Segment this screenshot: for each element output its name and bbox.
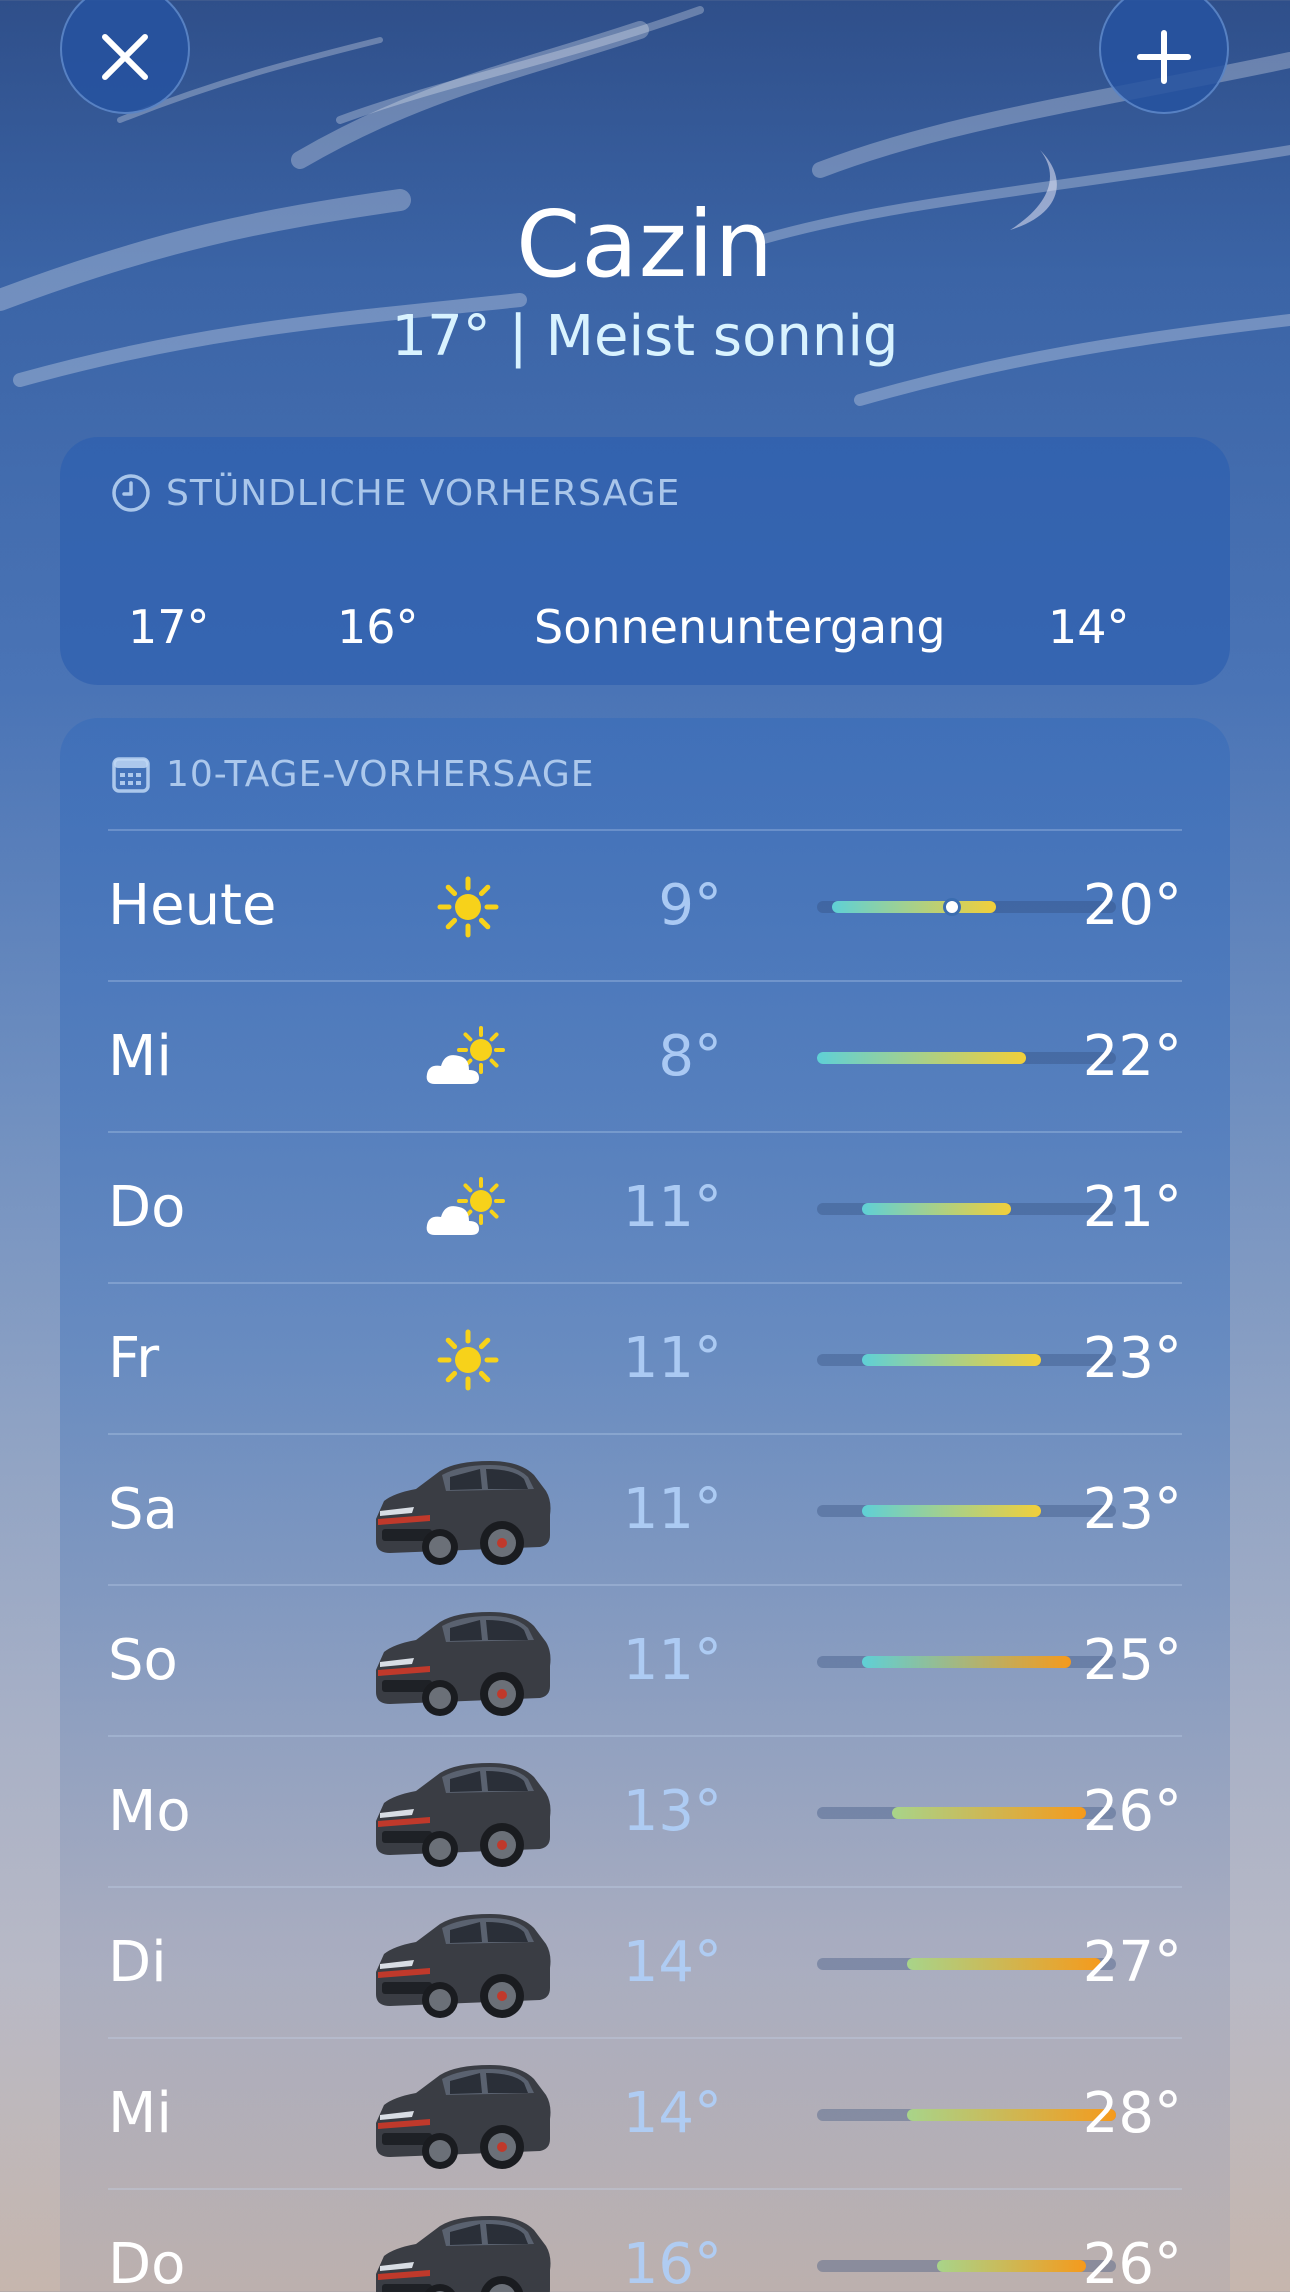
close-button[interactable] xyxy=(60,0,190,114)
day-name: So xyxy=(108,1628,178,1693)
current-temperature: 17° xyxy=(391,304,491,369)
hourly-item-sunset: Sonnenuntergang xyxy=(534,600,946,654)
sun-icon xyxy=(398,859,538,955)
low-temperature: 16° xyxy=(622,2232,722,2292)
hourly-forecast-card[interactable]: STÜNDLICHE VORHERSAGE 17° 16° Sonnenunte… xyxy=(60,437,1230,685)
low-temperature: 11° xyxy=(622,1477,722,1542)
temperature-range-bar xyxy=(817,2109,1116,2121)
temperature-range-bar xyxy=(817,1656,1116,1668)
calendar-icon xyxy=(110,753,152,795)
ten-day-forecast-header: 10-TAGE-VORHERSAGE xyxy=(110,750,595,798)
day-row[interactable]: So 11° 25° xyxy=(108,1584,1182,1735)
temperature-range-bar xyxy=(817,1203,1116,1215)
current-condition: Meist sonnig xyxy=(545,304,899,369)
car-image xyxy=(363,2204,563,2292)
city-name: Cazin xyxy=(516,191,774,298)
low-temperature: 11° xyxy=(622,1326,722,1391)
temperature-range-bar xyxy=(817,1354,1116,1366)
high-temperature: 27° xyxy=(1082,1930,1182,1995)
temperature-range-bar xyxy=(817,1807,1116,1819)
low-temperature: 9° xyxy=(658,873,722,938)
high-temperature: 21° xyxy=(1082,1175,1182,1240)
temperature-range-bar xyxy=(817,1958,1116,1970)
day-name: Do xyxy=(108,1175,186,1240)
temperature-range-bar xyxy=(817,898,1116,916)
high-temperature: 22° xyxy=(1082,1024,1182,1089)
high-temperature: 25° xyxy=(1082,1628,1182,1693)
temperature-range-fill xyxy=(817,1052,1027,1064)
close-icon xyxy=(102,34,148,80)
day-name: Do xyxy=(108,2232,186,2292)
plus-icon xyxy=(1137,30,1191,84)
ten-day-forecast-title: 10-TAGE-VORHERSAGE xyxy=(166,753,595,795)
day-row[interactable]: Fr 11° 23° xyxy=(108,1282,1182,1433)
current-temperature-marker xyxy=(942,898,961,916)
low-temperature: 11° xyxy=(622,1628,722,1693)
high-temperature: 26° xyxy=(1082,2232,1182,2292)
day-name: Di xyxy=(108,1930,167,1995)
hourly-item: 17° xyxy=(128,600,210,654)
day-row[interactable]: Di 14° 27° xyxy=(108,1886,1182,2037)
high-temperature: 26° xyxy=(1082,1779,1182,1844)
hourly-item: 14° xyxy=(1048,600,1130,654)
temperature-range-fill xyxy=(861,1203,1012,1215)
hourly-forecast-title: STÜNDLICHE VORHERSAGE xyxy=(166,472,681,514)
car-image xyxy=(363,1449,563,1573)
day-row[interactable]: Mi 14° 28° xyxy=(108,2037,1182,2188)
car-image xyxy=(363,1600,563,1724)
temperature-range-fill xyxy=(831,901,997,913)
partly-cloudy-icon xyxy=(398,1161,538,1257)
current-conditions: 17° | Meist sonnig xyxy=(0,302,1290,372)
partly-cloudy-icon xyxy=(398,1010,538,1106)
low-temperature: 14° xyxy=(622,2081,722,2146)
ten-day-forecast-card[interactable]: 10-TAGE-VORHERSAGE Heute 9° 20° Mi 8° 22° Do … xyxy=(60,718,1230,2292)
separator: | xyxy=(508,304,528,369)
day-name: Mo xyxy=(108,1779,191,1844)
location-header: Cazin 17° | Meist sonnig xyxy=(0,190,1290,372)
car-image xyxy=(363,1902,563,2026)
low-temperature: 13° xyxy=(622,1779,722,1844)
temperature-range-fill xyxy=(891,1807,1087,1819)
low-temperature: 8° xyxy=(658,1024,722,1089)
add-location-button[interactable] xyxy=(1099,0,1229,114)
day-row[interactable]: Sa 11° 23° xyxy=(108,1433,1182,1584)
day-row[interactable]: Mo 13° 26° xyxy=(108,1735,1182,1886)
day-row[interactable]: Mi 8° 22° xyxy=(108,980,1182,1131)
high-temperature: 28° xyxy=(1082,2081,1182,2146)
temperature-range-bar xyxy=(817,1505,1116,1517)
temperature-range-fill xyxy=(906,1958,1102,1970)
low-temperature: 14° xyxy=(622,1930,722,1995)
hourly-item: 16° xyxy=(337,600,419,654)
temperature-range-fill xyxy=(861,1354,1042,1366)
high-temperature: 23° xyxy=(1082,1326,1182,1391)
temperature-range-bar xyxy=(817,1052,1116,1064)
car-image xyxy=(363,2053,563,2177)
high-temperature: 20° xyxy=(1082,873,1182,938)
temperature-range-bar xyxy=(817,2260,1116,2272)
day-row[interactable]: Heute 9° 20° xyxy=(108,829,1182,980)
day-row[interactable]: Do 16° 26° xyxy=(108,2188,1182,2292)
hourly-forecast-header: STÜNDLICHE VORHERSAGE xyxy=(110,469,680,517)
temperature-range-fill xyxy=(861,1505,1042,1517)
low-temperature: 11° xyxy=(622,1175,722,1240)
temperature-range-fill xyxy=(936,2260,1087,2272)
car-image xyxy=(363,1751,563,1875)
sun-icon xyxy=(398,1312,538,1408)
clock-icon xyxy=(110,472,152,514)
day-row[interactable]: Do 11° 21° xyxy=(108,1131,1182,1282)
high-temperature: 23° xyxy=(1082,1477,1182,1542)
day-name: Mi xyxy=(108,1024,172,1089)
day-name: Mi xyxy=(108,2081,172,2146)
day-name: Heute xyxy=(108,873,277,938)
day-name: Fr xyxy=(108,1326,160,1391)
temperature-range-fill xyxy=(861,1656,1072,1668)
day-name: Sa xyxy=(108,1477,178,1542)
